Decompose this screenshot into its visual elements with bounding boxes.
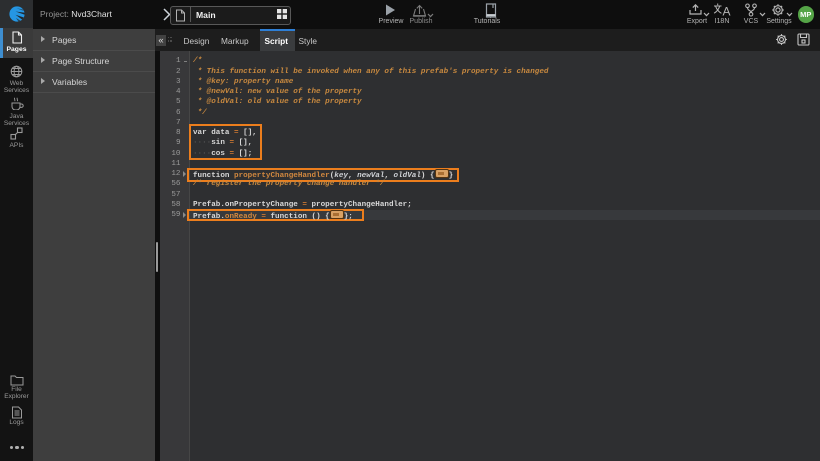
- svg-text:A: A: [723, 5, 731, 18]
